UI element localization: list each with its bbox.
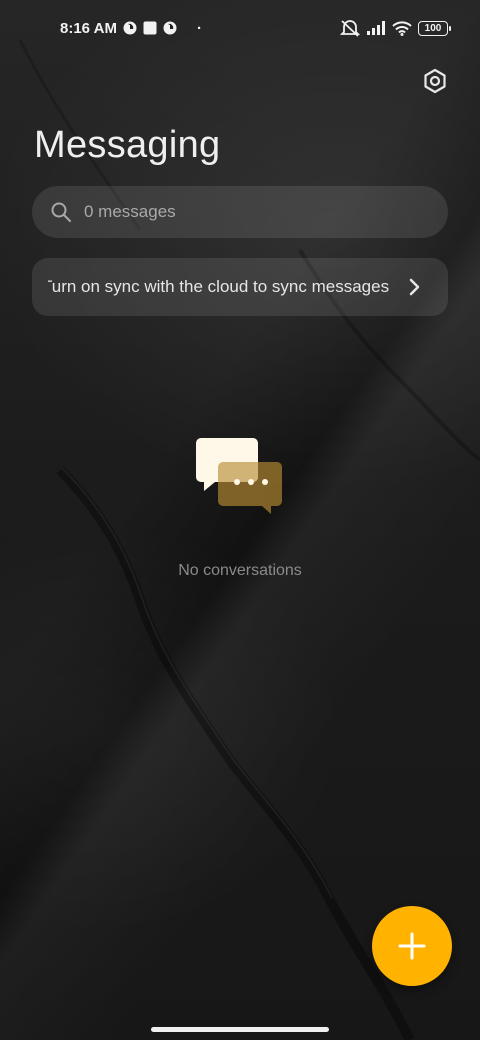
chat-bubbles-icon: [196, 438, 282, 514]
status-bar: 8:16 AM · 100: [0, 0, 480, 56]
battery-icon: 100: [418, 20, 451, 36]
home-indicator[interactable]: [151, 1027, 329, 1032]
search-icon: [50, 201, 72, 223]
settings-button[interactable]: [418, 64, 452, 98]
mute-icon: [340, 19, 360, 37]
notification-app-icon-2: [163, 21, 177, 35]
sync-banner-text: Turn on sync with the cloud to sync mess…: [48, 277, 390, 296]
signal-icon: [366, 21, 386, 35]
settings-icon: [424, 68, 446, 94]
search-placeholder: 0 messages: [84, 202, 176, 221]
wifi-icon: [392, 20, 412, 36]
page-title: Messaging: [34, 124, 221, 166]
status-time: 8:16 AM: [60, 19, 117, 37]
notification-app-icon: [123, 21, 137, 35]
status-dot: ·: [196, 19, 202, 37]
new-conversation-button[interactable]: [372, 906, 452, 986]
plus-icon: [398, 932, 426, 960]
empty-state-label: No conversations: [178, 562, 302, 579]
sync-banner[interactable]: Turn on sync with the cloud to sync mess…: [32, 258, 448, 316]
search-bar[interactable]: 0 messages: [32, 186, 448, 238]
notification-square-icon: [143, 21, 157, 35]
chevron-right-icon: [402, 275, 426, 299]
